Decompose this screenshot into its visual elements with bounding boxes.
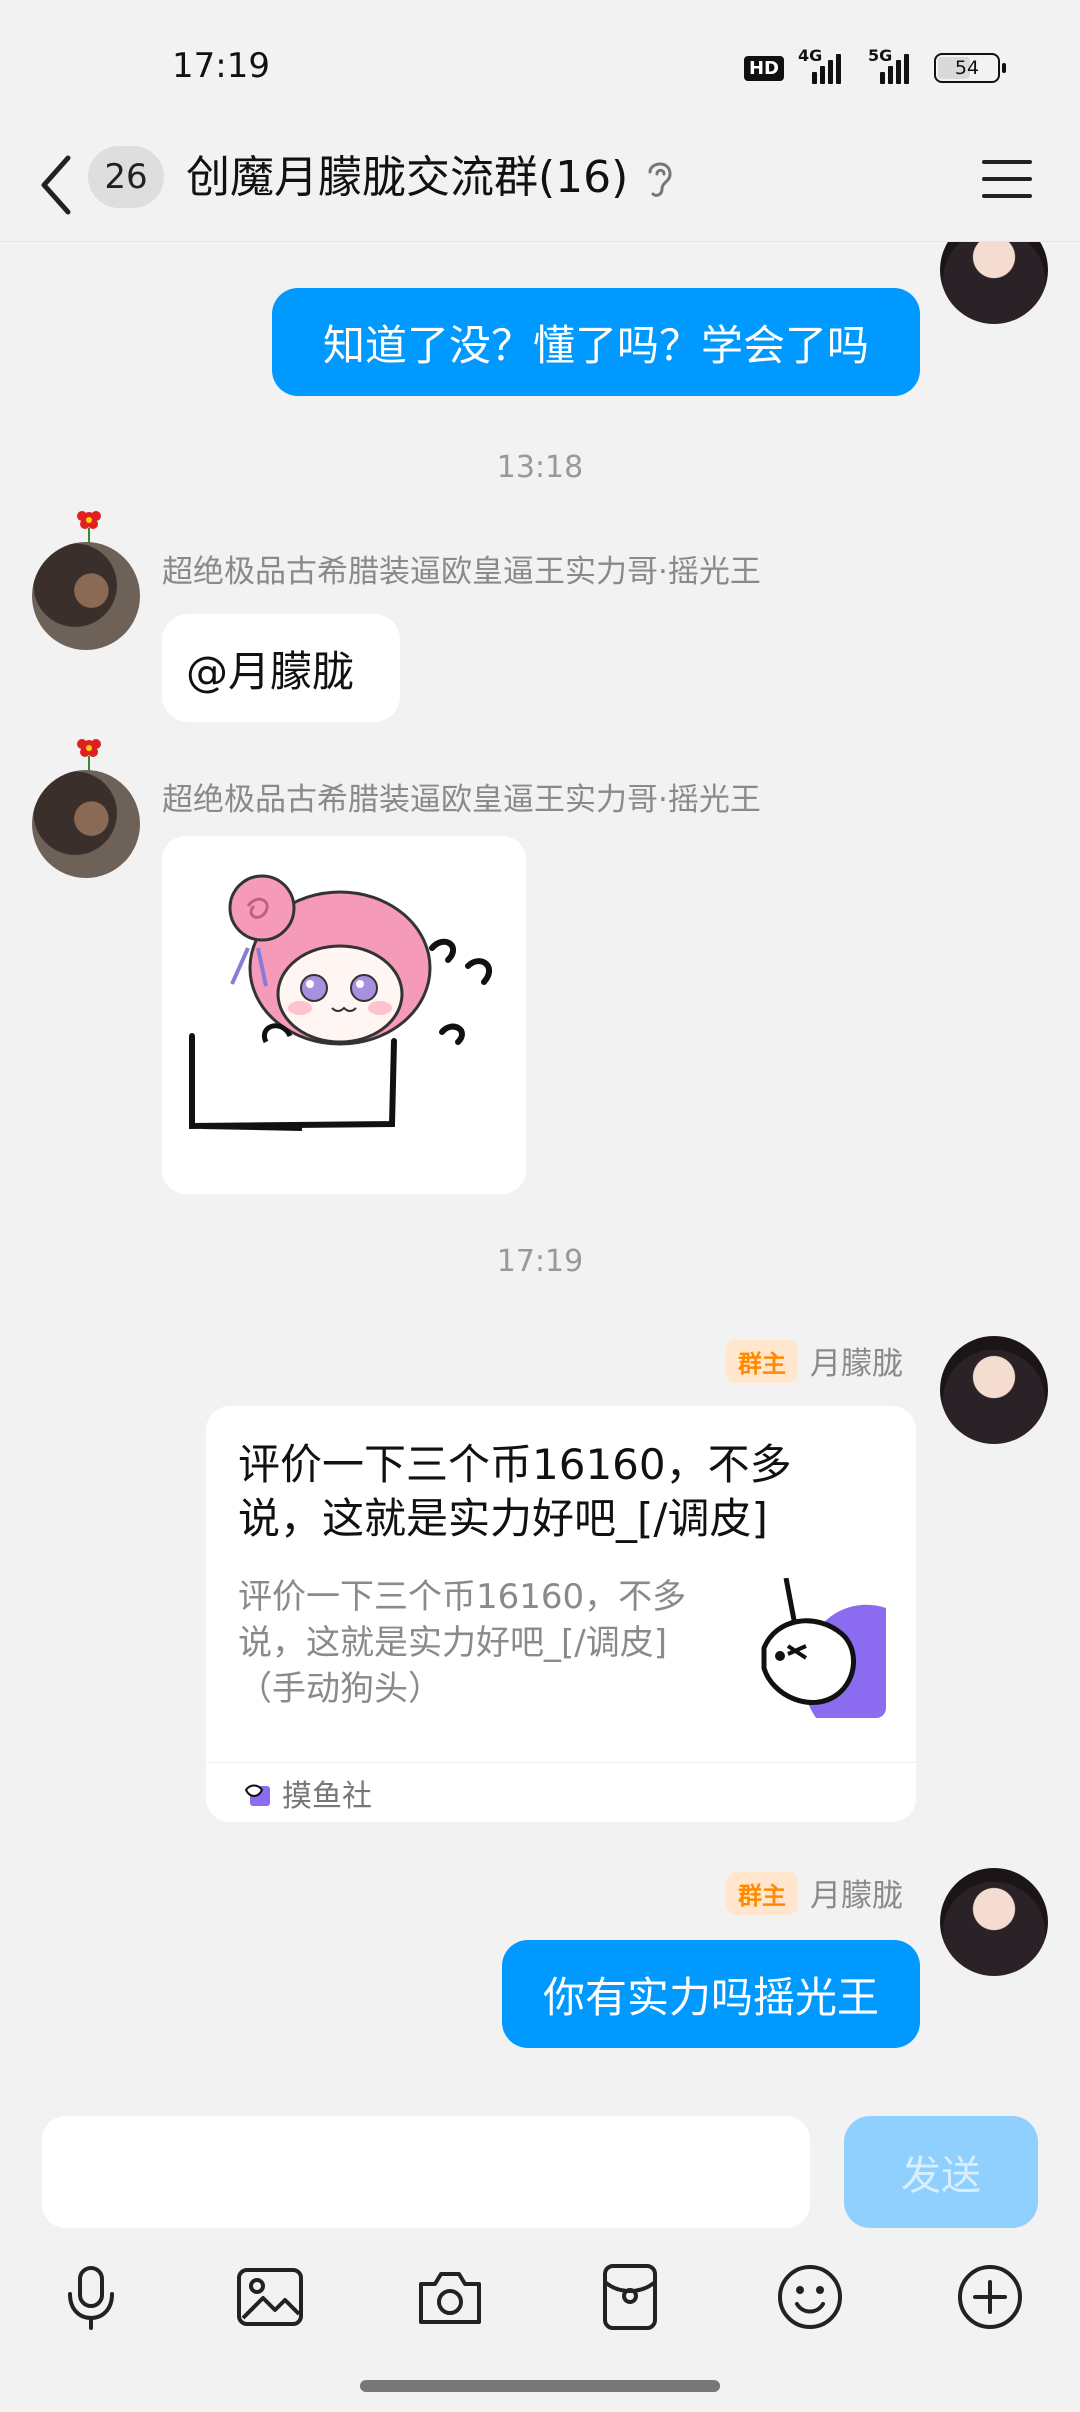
flower-icon	[77, 739, 101, 774]
card-description: 评价一下三个币16160，不多说，这就是实力好吧_[/调皮]（手动狗头）	[238, 1577, 687, 1709]
battery-icon: 54	[934, 53, 1006, 83]
ear-icon[interactable]	[642, 156, 678, 200]
sender-name: 月朦胧	[810, 1346, 903, 1382]
chevron-left-icon	[41, 155, 71, 215]
red-packet-button[interactable]	[595, 2262, 665, 2332]
camera-icon	[419, 2272, 481, 2324]
back-button[interactable]	[36, 152, 76, 218]
voice-button[interactable]	[56, 2262, 126, 2332]
battery-level: 54	[954, 57, 980, 79]
avatar[interactable]	[940, 1336, 1048, 1444]
avatar[interactable]	[32, 770, 140, 878]
status-icons: HD 4G 5G 54	[743, 46, 1006, 86]
more-button[interactable]	[955, 2262, 1025, 2332]
message-bubble[interactable]: 知道了没？懂了吗？学会了吗	[272, 288, 920, 396]
card-thumbnail	[746, 1578, 886, 1718]
send-button[interactable]: 发送	[844, 2116, 1038, 2228]
menu-icon[interactable]	[982, 154, 1032, 204]
card-source: 摸鱼社	[282, 1778, 372, 1814]
signal-4g-icon: 4G	[798, 46, 854, 84]
avatar[interactable]	[32, 542, 140, 650]
fish-logo-icon	[761, 1578, 886, 1718]
flower-icon	[77, 511, 101, 546]
source-app-icon	[244, 1784, 270, 1806]
plus-circle-icon	[958, 2265, 1022, 2329]
red-envelope-icon	[603, 2264, 657, 2330]
time-separator: 17:19	[496, 1244, 584, 1279]
avatar[interactable]	[940, 1868, 1048, 1976]
chat-header: 26 创魔月朦胧交流群(16)	[0, 130, 1080, 242]
sticker-message[interactable]	[162, 836, 526, 1194]
message-bubble[interactable]: @月朦胧	[162, 614, 400, 722]
home-indicator[interactable]	[360, 2380, 720, 2392]
message-bubble[interactable]: 你有实力吗摇光王	[502, 1940, 920, 2048]
card-title: 评价一下三个币16160，不多说，这就是实力好吧_[/调皮]	[238, 1440, 792, 1543]
signal-5g-icon: 5G	[868, 46, 920, 84]
card-footer: 摸鱼社	[206, 1762, 916, 1822]
owner-badge: 群主	[726, 1872, 798, 1915]
message-input[interactable]	[42, 2116, 810, 2228]
time-separator: 13:18	[496, 450, 584, 485]
input-bar: 发送	[0, 2100, 1080, 2412]
sender-name: 超绝极品古希腊装逼欧皇逼王实力哥·摇光王	[162, 554, 761, 590]
owner-badge: 群主	[726, 1340, 798, 1383]
chat-title[interactable]: 创魔月朦胧交流群(16)	[186, 148, 628, 208]
image-icon	[237, 2268, 303, 2326]
link-card[interactable]: 评价一下三个币16160，不多说，这就是实力好吧_[/调皮] 评价一下三个币16…	[206, 1406, 916, 1822]
sender-name: 月朦胧	[810, 1878, 903, 1914]
microphone-icon	[68, 2266, 114, 2330]
unread-count-badge[interactable]: 26	[88, 146, 164, 208]
status-time: 17:19	[172, 46, 270, 86]
image-button[interactable]	[235, 2262, 305, 2332]
camera-button[interactable]	[415, 2262, 485, 2332]
smiley-icon	[778, 2265, 842, 2329]
emoji-button[interactable]	[775, 2262, 845, 2332]
sender-name: 超绝极品古希腊装逼欧皇逼王实力哥·摇光王	[162, 782, 761, 818]
anime-girl-sticker	[189, 874, 493, 1131]
hd-icon: HD	[743, 55, 784, 81]
status-bar: 17:19 HD 4G 5G 54	[0, 0, 1080, 130]
